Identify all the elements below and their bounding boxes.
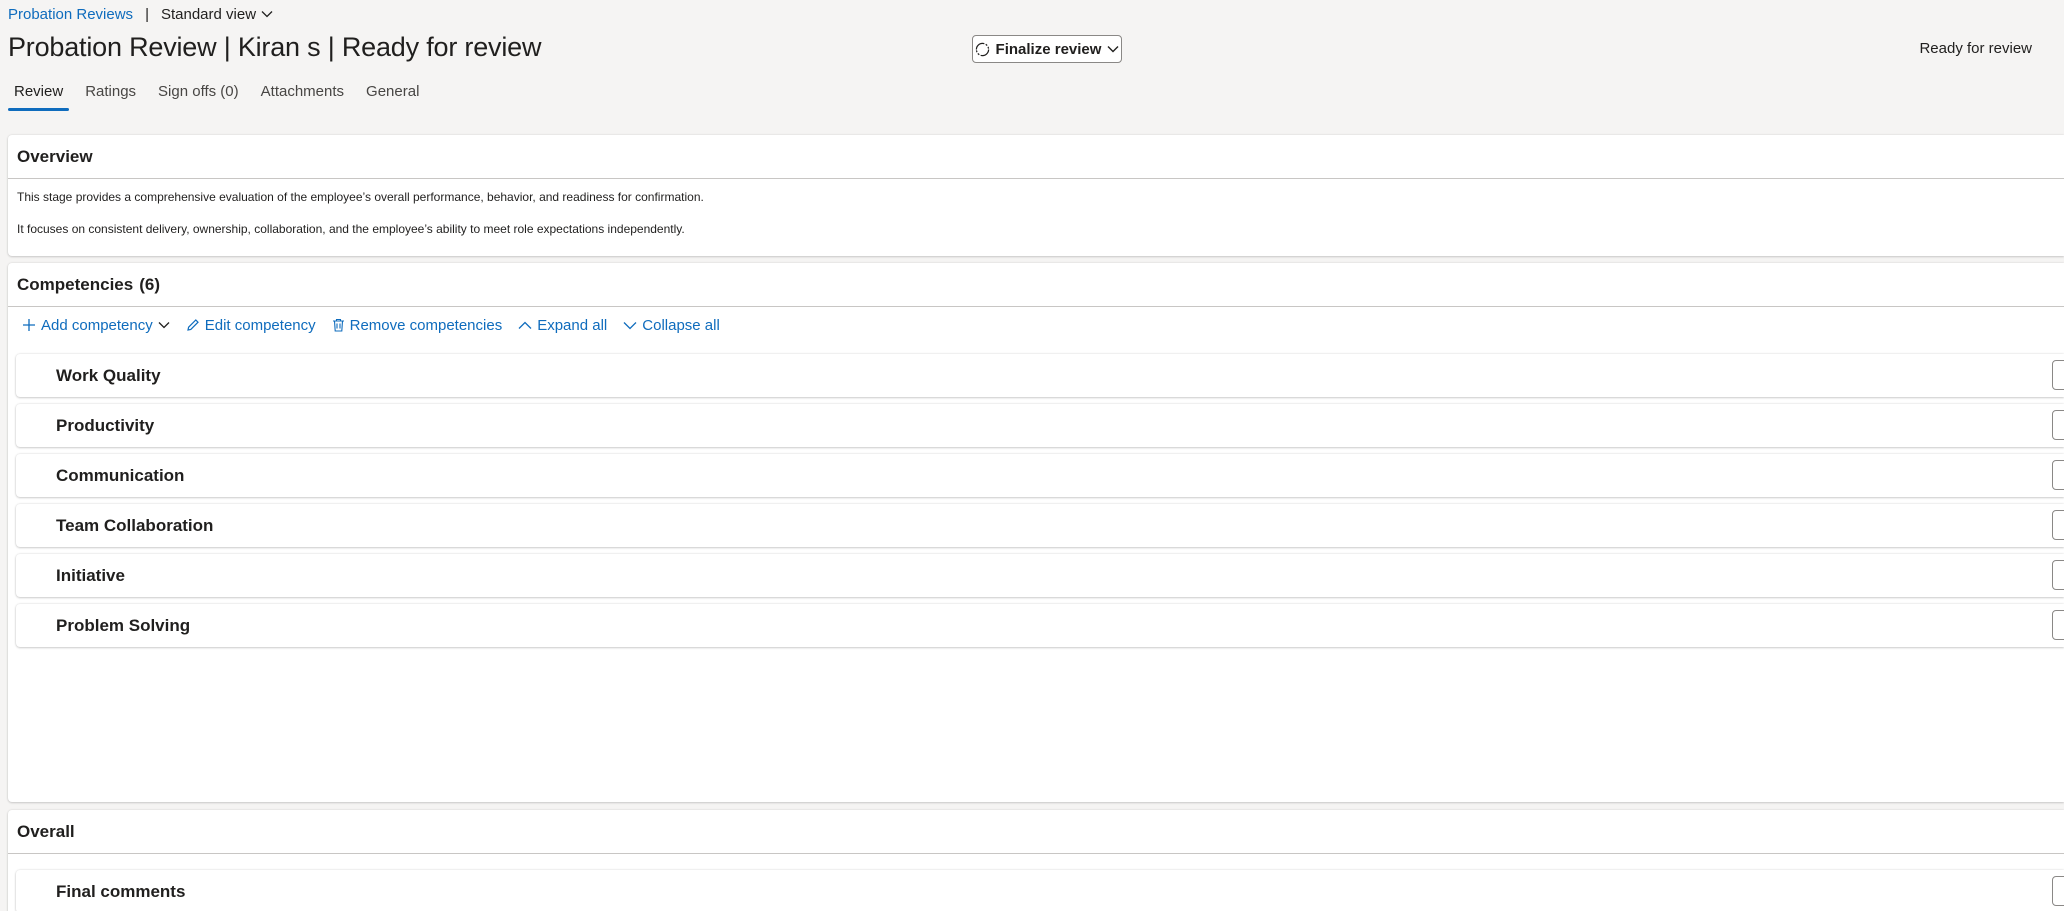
collapse-all-label: Collapse all [642,316,720,334]
expand-all-label: Expand all [537,316,608,334]
expand-toggle-button[interactable] [2052,560,2064,590]
trash-icon [332,318,344,332]
final-comments-item[interactable]: Final comments [16,870,2064,911]
expand-all-button[interactable]: Expand all [518,317,607,334]
view-selector-label: Standard view [160,5,257,23]
competency-name: Productivity [56,415,155,435]
competency-item[interactable]: Initiative [16,554,2064,597]
breadcrumb: Probation Reviews | Standard view [8,4,273,24]
overview-section: Overview This stage provides a comprehen… [8,135,2064,256]
chevron-down-icon [261,11,273,18]
overall-heading: Overall [8,810,2064,854]
page-title: Probation Review | Kiran s | Ready for r… [8,32,542,62]
chevron-down-icon [1107,46,1119,53]
overview-paragraph: It focuses on consistent delivery, owner… [17,222,685,236]
finalize-review-label: Finalize review [995,40,1102,58]
competency-name: Team Collaboration [56,515,214,535]
expand-toggle-button[interactable] [2052,410,2064,440]
plus-icon [23,319,35,331]
overview-paragraph: This stage provides a comprehensive eval… [17,190,704,204]
competencies-toolbar: Add competency Edit competency Remove co… [22,314,736,336]
competency-item[interactable]: Communication [16,454,2064,497]
expand-toggle-button[interactable] [2052,610,2064,640]
competencies-title: Competencies [17,274,134,294]
competency-item[interactable]: Team Collaboration [16,504,2064,547]
sync-icon [975,42,989,56]
overview-title: Overview [17,146,93,166]
competencies-section: Competencies (6) Add competency Edit com… [8,263,2064,802]
tab-bar: Review Ratings Sign offs (0) Attachments… [8,80,435,111]
final-comments-label: Final comments [56,881,186,901]
breadcrumb-separator: | [145,5,149,23]
competency-name: Work Quality [56,365,161,385]
finalize-review-button[interactable]: Finalize review [972,35,1122,63]
remove-competencies-label: Remove competencies [349,316,503,334]
overall-section: Overall Final comments [8,810,2064,911]
overall-title: Overall [17,821,75,841]
competencies-count: (6) [139,274,160,294]
add-competency-button[interactable]: Add competency [22,317,170,334]
overview-heading: Overview [8,135,2064,179]
breadcrumb-probation-reviews-link[interactable]: Probation Reviews [8,6,133,23]
competency-name: Problem Solving [56,615,191,635]
competencies-heading: Competencies (6) [8,263,2064,307]
tab-ratings[interactable]: Ratings [79,80,142,107]
chevron-up-icon [518,321,532,329]
review-status: Ready for review [1919,40,2032,57]
remove-competencies-button[interactable]: Remove competencies [332,316,503,334]
pencil-icon [186,319,199,331]
competency-list: Work Quality Productivity Communication … [16,354,2064,654]
add-competency-label: Add competency [41,316,153,334]
view-selector[interactable]: Standard view [161,6,273,23]
collapse-all-button[interactable]: Collapse all [623,317,720,334]
competency-item[interactable]: Productivity [16,404,2064,447]
tab-attachments[interactable]: Attachments [255,80,350,107]
competency-item[interactable]: Work Quality [16,354,2064,397]
competency-name: Initiative [56,565,125,585]
tab-sign-offs[interactable]: Sign offs (0) [152,80,245,107]
edit-competency-button[interactable]: Edit competency [186,317,316,334]
chevron-down-icon [158,322,170,329]
edit-competency-label: Edit competency [204,316,316,334]
expand-toggle-button[interactable] [2052,360,2064,390]
tab-general[interactable]: General [360,80,425,107]
competency-item[interactable]: Problem Solving [16,604,2064,647]
expand-toggle-button[interactable] [2052,876,2064,906]
overall-list: Final comments [16,870,2064,911]
expand-toggle-button[interactable] [2052,460,2064,490]
chevron-down-icon [623,321,637,329]
competency-name: Communication [56,465,185,485]
expand-toggle-button[interactable] [2052,510,2064,540]
tab-review[interactable]: Review [8,80,70,111]
app-root: Probation Reviews | Standard view Probat… [0,0,2064,911]
